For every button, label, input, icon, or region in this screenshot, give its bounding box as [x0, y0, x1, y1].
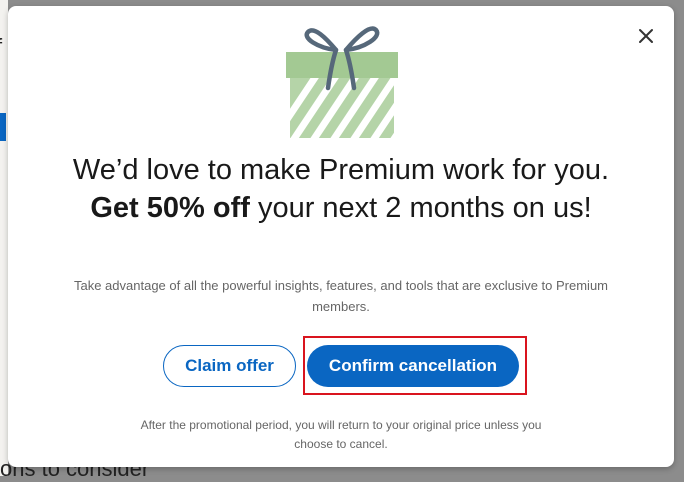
promo-footnote: After the promotional period, you will r…	[140, 418, 542, 451]
confirm-cancellation-button[interactable]: Confirm cancellation	[307, 345, 519, 387]
headline-text-start: We’d love to make Premium work for you.	[72, 154, 610, 186]
claim-offer-button[interactable]: Claim offer	[163, 345, 296, 387]
close-button[interactable]	[630, 20, 662, 52]
gift-icon	[286, 26, 398, 138]
background-button-edge	[0, 113, 6, 141]
headline-text-end: your next 2 months on us!	[249, 192, 592, 224]
offer-headline: We’d love to make Premium work for you. …	[68, 151, 614, 227]
premium-retention-modal: We’d love to make Premium work for you. …	[8, 6, 674, 467]
background-title-fragment: f	[0, 34, 2, 60]
background-page	[0, 0, 8, 476]
headline-discount: Get 50% off	[90, 192, 250, 224]
offer-description: Take advantage of all the powerful insig…	[73, 278, 608, 314]
close-icon	[639, 29, 653, 43]
